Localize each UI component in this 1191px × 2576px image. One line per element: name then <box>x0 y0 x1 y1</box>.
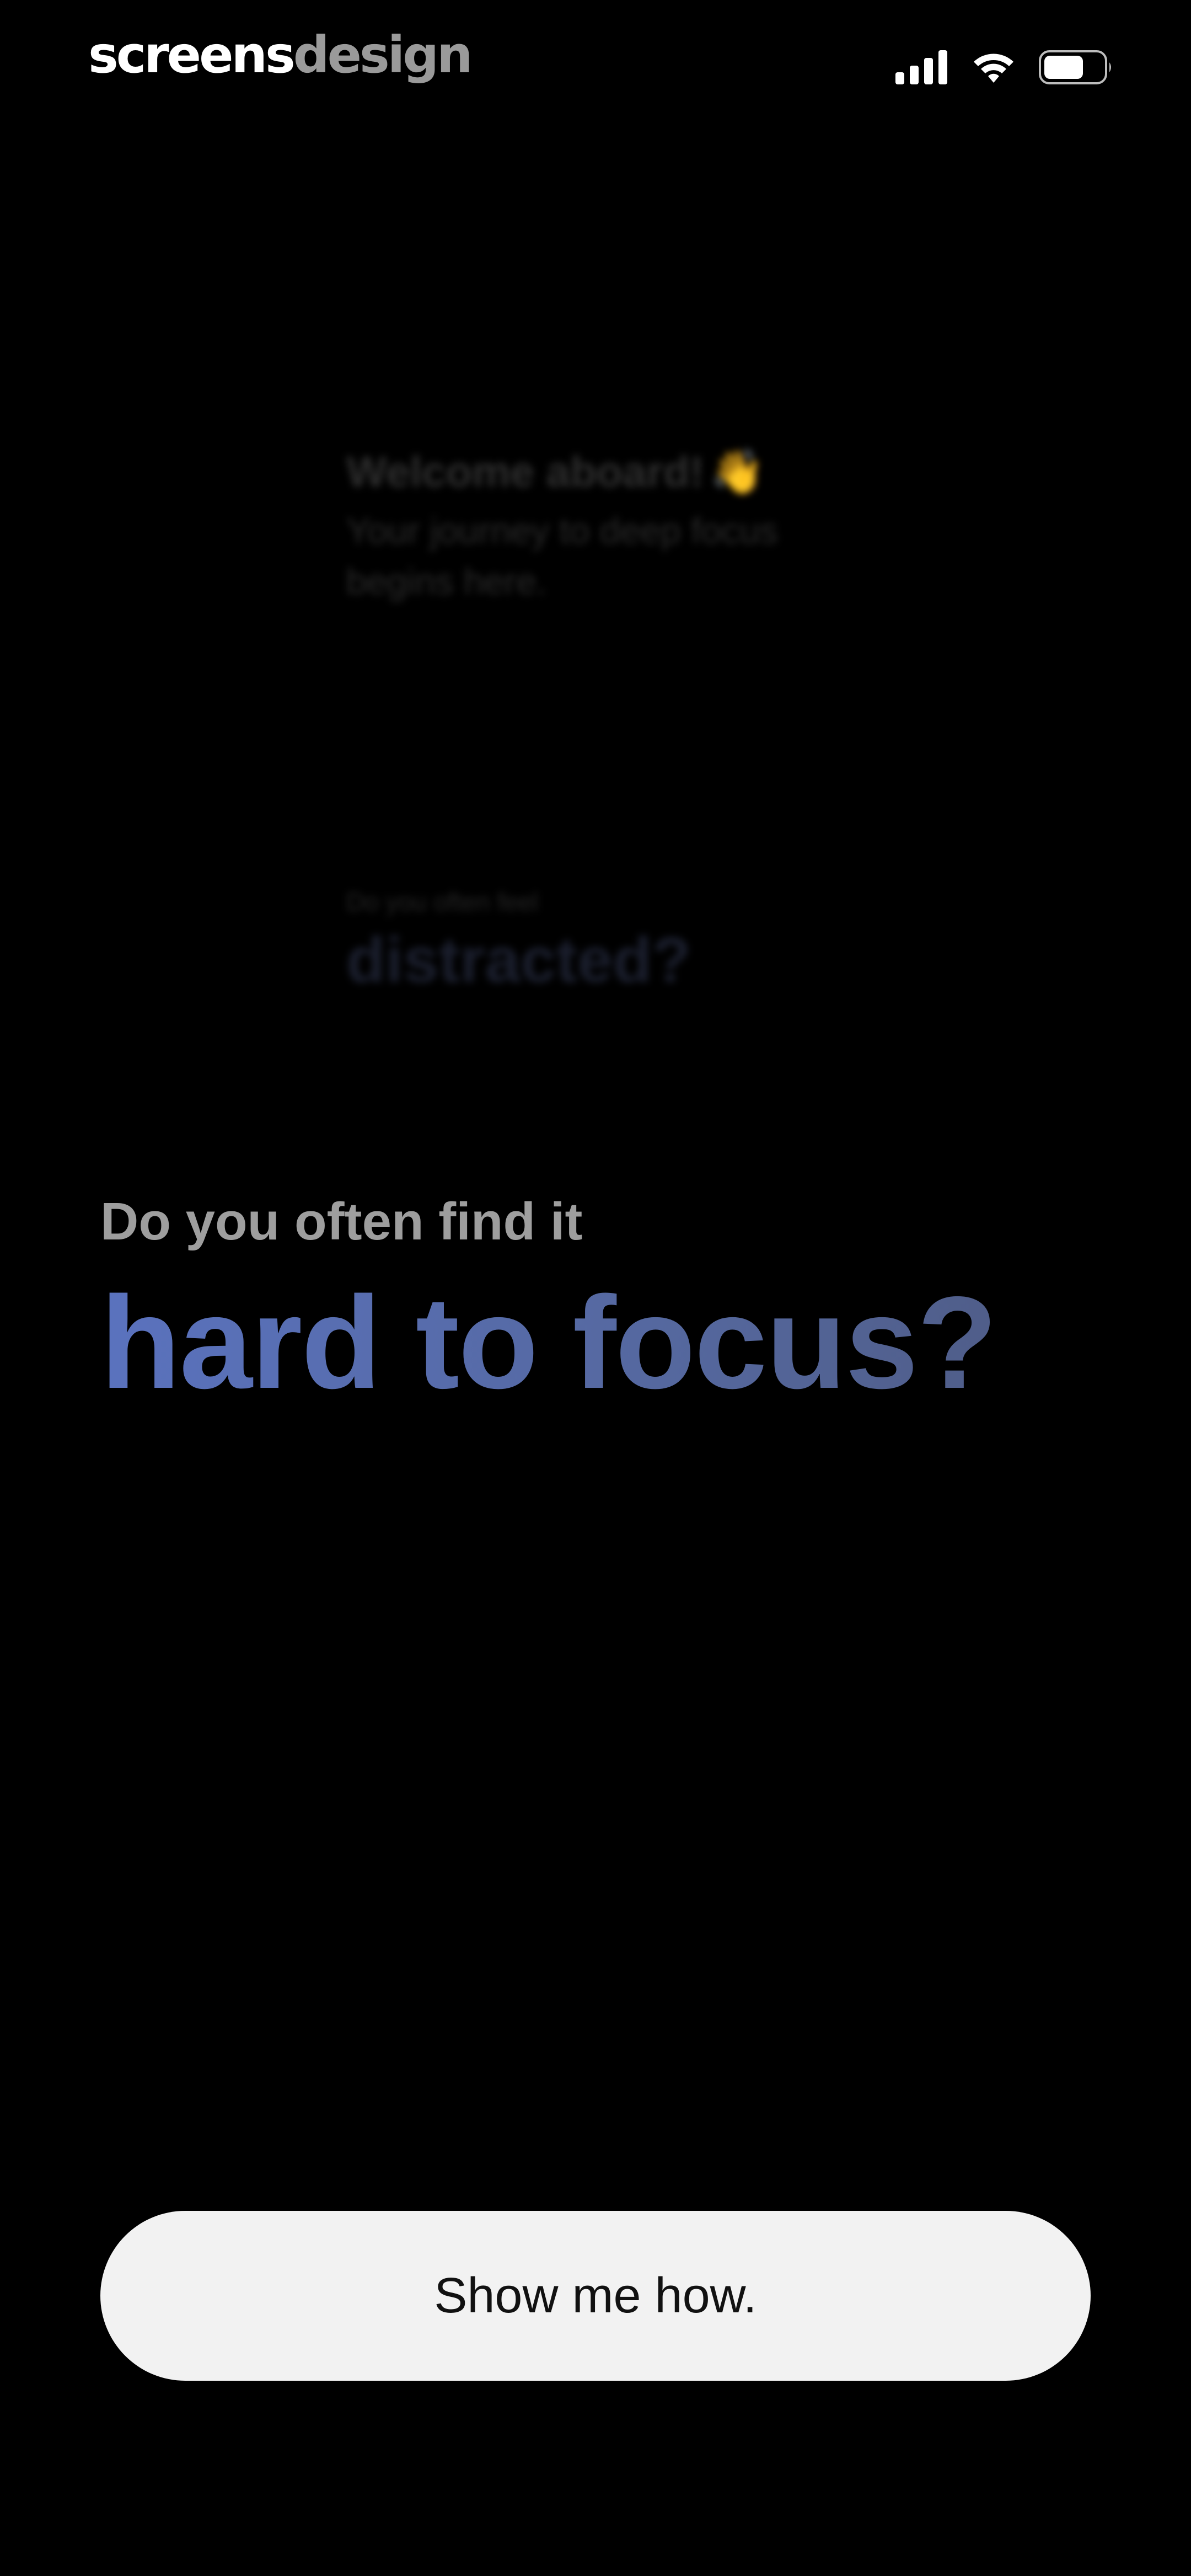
welcome-card: Welcome aboard! 👋 Your journey to deep fo… <box>346 441 843 607</box>
wave-emoji-icon: 👋 <box>710 447 764 496</box>
focus-question: Do you often find it hard to focus? <box>100 1186 1115 1418</box>
focus-question-headline: hard to focus? <box>100 1269 1115 1418</box>
show-me-how-button[interactable]: Show me how. <box>100 2211 1091 2381</box>
brand-logo: screensdesign <box>88 22 473 88</box>
wifi-icon <box>972 51 1016 84</box>
welcome-title-text: Welcome aboard! <box>346 447 704 496</box>
signal-icon <box>895 50 948 84</box>
welcome-subtitle: Your journey to deep focus begins here. <box>346 510 778 602</box>
distracted-card: Do you often feel distracted? <box>346 883 843 998</box>
battery-icon <box>1039 50 1114 84</box>
welcome-title: Welcome aboard! 👋 <box>346 441 843 502</box>
status-bar: screensdesign <box>0 0 1191 132</box>
focus-question-prompt: Do you often find it <box>100 1192 583 1251</box>
show-me-how-label: Show me how. <box>434 2268 757 2323</box>
distracted-prompt: Do you often feel <box>346 888 538 916</box>
status-icons <box>895 45 1114 89</box>
brand-logo-part1: screens <box>88 25 296 84</box>
brand-logo-part2: design <box>293 25 473 84</box>
distracted-headline: distracted? <box>346 924 691 996</box>
